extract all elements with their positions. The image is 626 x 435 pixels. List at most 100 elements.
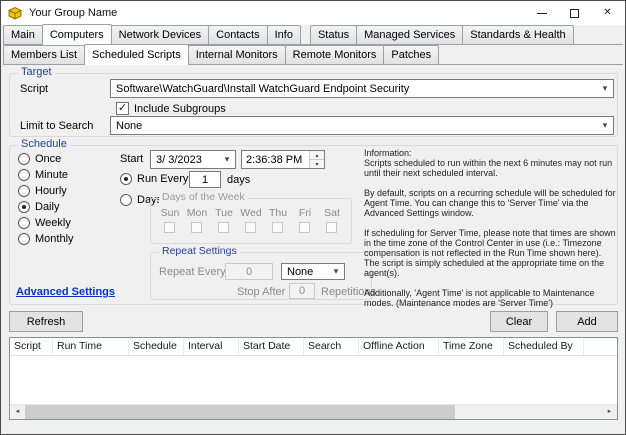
column-header-start-date[interactable]: Start Date [239, 338, 304, 355]
stop-after-value: 0 [298, 285, 306, 297]
scroll-left-button[interactable]: ◄ [10, 405, 25, 419]
chevron-down-icon: ▾ [602, 120, 608, 130]
group-icon [7, 5, 23, 21]
day-checkbox-wed [245, 222, 256, 233]
minimize-button[interactable] [525, 1, 558, 25]
column-header-interval[interactable]: Interval [184, 338, 239, 355]
tab-contacts[interactable]: Contacts [208, 25, 268, 44]
column-header-script[interactable]: Script [10, 338, 53, 355]
tab-info[interactable]: Info [266, 25, 301, 44]
column-header-search[interactable]: Search [304, 338, 359, 355]
limit-to-search-value: None [116, 119, 143, 132]
start-time-spinner[interactable]: 2:36:38 PM ▴ ▾ [241, 150, 325, 169]
tab-main[interactable]: Main [3, 25, 43, 44]
table-header: Script Run Time Schedule Interval Start … [10, 338, 617, 356]
repeat-every-value: 0 [245, 265, 253, 278]
subtab-scheduled-scripts[interactable]: Scheduled Scripts [84, 44, 189, 65]
radio-indicator-selected [18, 201, 30, 213]
run-every-unit-label: days [227, 174, 251, 186]
column-header-time-zone[interactable]: Time Zone [439, 338, 504, 355]
titlebar: Your Group Name ✕ [1, 1, 625, 25]
chevron-down-icon: ▾ [602, 83, 608, 93]
maximize-icon [570, 8, 579, 18]
maximize-button[interactable] [558, 1, 591, 25]
subtab-members-list[interactable]: Members List [3, 45, 86, 64]
day-label-fri: Fri [298, 207, 312, 219]
radio-hourly[interactable]: Hourly [18, 185, 67, 197]
day-label-thu: Thu [268, 207, 288, 219]
radio-monthly[interactable]: Monthly [18, 233, 74, 245]
day-label-tue: Tue [215, 207, 233, 219]
days-of-week-label: Days of the Week [159, 191, 248, 203]
time-spin-buttons: ▴ ▾ [309, 151, 324, 168]
spin-down-button[interactable]: ▾ [310, 159, 324, 168]
horizontal-scrollbar[interactable]: ◄ ► [10, 404, 617, 419]
advanced-settings-link[interactable]: Advanced Settings [16, 286, 115, 298]
clear-button-label: Clear [505, 315, 533, 328]
day-checkbox-sat [326, 222, 337, 233]
window: Your Group Name ✕ Main Computers Network… [0, 0, 626, 435]
day-checkbox-tue [218, 222, 229, 233]
tab-computers[interactable]: Computers [41, 24, 112, 45]
radio-hourly-label: Hourly [35, 185, 67, 197]
script-dropdown-value: Software\WatchGuard\Install WatchGuard E… [116, 82, 410, 95]
repeat-unit-dropdown[interactable]: None ▾ [281, 263, 345, 280]
limit-to-search-dropdown[interactable]: None ▾ [110, 116, 614, 135]
refresh-button[interactable]: Refresh [9, 311, 83, 332]
subtab-patches[interactable]: Patches [383, 45, 440, 64]
chevron-down-icon: ▾ [224, 154, 230, 164]
scroll-right-button[interactable]: ► [602, 405, 617, 419]
day-label-mon: Mon [186, 207, 208, 219]
tab-status[interactable]: Status [309, 25, 358, 44]
start-label: Start [120, 153, 144, 165]
scroll-left-icon: ◄ [14, 409, 21, 415]
scheduled-scripts-table: Script Run Time Schedule Interval Start … [9, 337, 618, 420]
schedule-group: Schedule Once Minute Hourly Daily Weekly… [9, 138, 618, 308]
script-label: Script [20, 83, 49, 95]
spin-up-button[interactable]: ▴ [310, 151, 324, 159]
minimize-icon [536, 12, 547, 14]
radio-once[interactable]: Once [18, 153, 61, 165]
column-header-schedule[interactable]: Schedule [129, 338, 184, 355]
close-button[interactable]: ✕ [591, 1, 624, 25]
start-time-value: 2:36:38 PM [246, 153, 303, 166]
subtab-remote-monitors[interactable]: Remote Monitors [284, 45, 385, 64]
column-header-scheduled-by[interactable]: Scheduled By [504, 338, 584, 355]
tab-network-devices[interactable]: Network Devices [110, 25, 210, 44]
radio-indicator [120, 194, 132, 206]
script-dropdown[interactable]: Software\WatchGuard\Install WatchGuard E… [110, 79, 614, 98]
stop-after-label: Stop After [237, 286, 286, 298]
include-subgroups-checkbox[interactable]: ✓ [116, 102, 129, 115]
column-header-offline-action[interactable]: Offline Action [359, 338, 439, 355]
scrollbar-track[interactable] [455, 405, 602, 419]
schedule-group-label: Schedule [18, 138, 70, 150]
tab-standards-health[interactable]: Standards & Health [462, 25, 574, 44]
radio-run-every[interactable]: Run Every [120, 173, 188, 185]
table-body [10, 356, 617, 389]
clear-button[interactable]: Clear [490, 311, 548, 332]
start-date-picker[interactable]: 3/ 3/2023 ▾ [150, 150, 236, 169]
scrollbar-thumb[interactable] [25, 405, 455, 419]
limit-to-search-label: Limit to Search [20, 120, 94, 132]
add-button-label: Add [577, 315, 597, 328]
day-checkbox-fri [299, 222, 310, 233]
subtab-internal-monitors[interactable]: Internal Monitors [187, 45, 286, 64]
secondary-tab-bar: Members List Scheduled Scripts Internal … [3, 44, 623, 65]
run-every-input[interactable]: 1 [189, 171, 221, 188]
repeat-every-label: Repeat Every [159, 266, 226, 278]
radio-daily[interactable]: Daily [18, 201, 59, 213]
radio-weekly[interactable]: Weekly [18, 217, 71, 229]
radio-once-label: Once [35, 153, 62, 165]
radio-indicator [18, 217, 30, 229]
radio-minute[interactable]: Minute [18, 169, 68, 181]
refresh-button-label: Refresh [26, 315, 66, 328]
add-button[interactable]: Add [556, 311, 618, 332]
day-checkbox-mon [191, 222, 202, 233]
tab-managed-services[interactable]: Managed Services [356, 25, 464, 44]
column-header-run-time[interactable]: Run Time [53, 338, 129, 355]
radio-minute-label: Minute [35, 169, 69, 181]
include-subgroups-label: Include Subgroups [134, 103, 226, 115]
repeat-unit-value: None [287, 265, 314, 278]
run-every-label: Run Every [137, 173, 189, 185]
run-every-value: 1 [201, 173, 209, 186]
